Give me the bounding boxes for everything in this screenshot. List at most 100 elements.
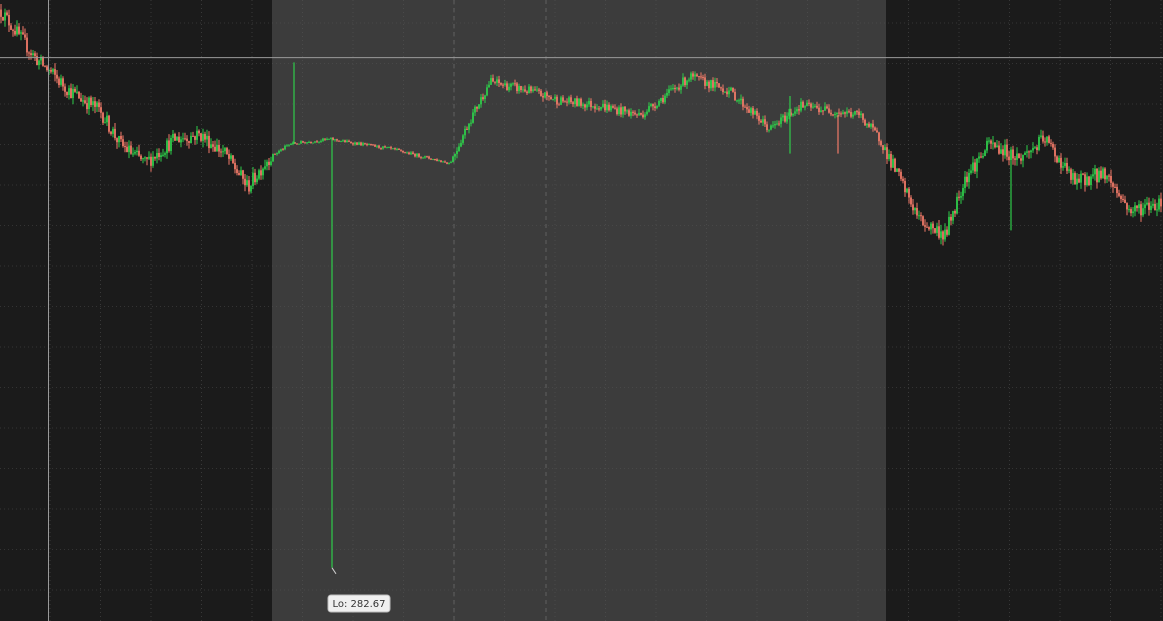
candle-body-up xyxy=(326,138,328,140)
candle-body-up xyxy=(156,153,158,159)
candle-body-up xyxy=(458,146,460,151)
candle-body-down xyxy=(310,142,312,143)
candle-body-down xyxy=(1052,143,1054,148)
candle-body-up xyxy=(806,102,808,107)
candle-body-down xyxy=(636,114,638,116)
candle-body-down xyxy=(900,171,902,179)
candle-body-up xyxy=(20,32,22,34)
candle-body-up xyxy=(166,140,168,154)
candle-body-down xyxy=(698,76,700,78)
candle-body-up xyxy=(340,141,342,143)
candle-body-up xyxy=(930,223,932,230)
candle-body-up xyxy=(1000,149,1002,154)
candle-body-up xyxy=(448,162,450,164)
candle-body-up xyxy=(258,170,260,179)
candle-body-down xyxy=(830,112,832,115)
candle-body-down xyxy=(1050,142,1052,144)
candle-body-up xyxy=(544,92,546,98)
candle-body-down xyxy=(678,87,680,90)
candle-body-down xyxy=(0,9,2,17)
candle-body-down xyxy=(1114,186,1116,188)
candle-body-up xyxy=(1132,211,1134,214)
candle-body-down xyxy=(1154,203,1156,211)
candle-body-down xyxy=(218,144,220,152)
candle-body-up xyxy=(322,138,324,141)
candle-body-up xyxy=(1150,205,1152,210)
candle-body-down xyxy=(1108,175,1110,177)
candle-body-up xyxy=(852,114,854,117)
candle-body-down xyxy=(254,172,256,183)
candle-body-up xyxy=(306,142,308,144)
candle-body-up xyxy=(1090,176,1092,185)
candle-body-down xyxy=(1112,182,1114,187)
candle-body-up xyxy=(568,97,570,103)
candle-body-up xyxy=(896,168,898,172)
candle-body-down xyxy=(1002,149,1004,156)
candle-body-down xyxy=(692,73,694,77)
candle-body-up xyxy=(834,113,836,115)
candle-body-up xyxy=(470,122,472,124)
candle-body-down xyxy=(138,150,140,156)
candle-body-down xyxy=(390,147,392,149)
price-chart-panel[interactable]: Lo: 282.67 xyxy=(0,0,1163,621)
candle-body-up xyxy=(196,130,198,140)
candle-body-up xyxy=(460,142,462,147)
candle-body-down xyxy=(922,216,924,226)
candle-body-up xyxy=(358,142,360,145)
candle-body-up xyxy=(486,87,488,96)
candle-body-down xyxy=(844,112,846,114)
candle-body-up xyxy=(272,153,274,162)
candle-body-up xyxy=(68,88,70,95)
candle-body-up xyxy=(314,141,316,143)
candle-body-up xyxy=(762,119,764,123)
candle-body-down xyxy=(840,113,842,115)
candle-body-up xyxy=(960,196,962,198)
candle-body-up xyxy=(376,145,378,147)
candle-body-up xyxy=(800,101,802,111)
candle-body-up xyxy=(276,153,278,155)
candle-body-up xyxy=(1142,208,1144,216)
candle-body-down xyxy=(848,111,850,113)
candle-body-down xyxy=(784,115,786,122)
candle-body-up xyxy=(382,146,384,149)
candle-body-up xyxy=(996,145,998,148)
candle-body-up xyxy=(1076,178,1078,185)
candle-body-up xyxy=(132,153,134,155)
candle-body-down xyxy=(446,162,448,164)
candle-body-down xyxy=(734,91,736,101)
candle-body-down xyxy=(248,180,250,192)
candle-body-down xyxy=(530,86,532,92)
candle-body-down xyxy=(430,158,432,160)
candle-body-up xyxy=(888,154,890,160)
candle-body-up xyxy=(222,151,224,153)
candle-body-up xyxy=(1092,174,1094,177)
candle-body-down xyxy=(890,154,892,168)
candle-body-down xyxy=(590,101,592,108)
candle-body-down xyxy=(746,107,748,110)
candle-body-down xyxy=(1020,158,1022,161)
candle-body-down xyxy=(620,107,622,115)
candle-body-down xyxy=(838,112,840,114)
candle-body-up xyxy=(860,113,862,116)
candle-body-up xyxy=(142,158,144,160)
candle-body-up xyxy=(944,229,946,240)
candle-body-down xyxy=(192,135,194,137)
candle-body-down xyxy=(444,161,446,163)
candle-body-down xyxy=(54,69,56,75)
candle-body-up xyxy=(1152,203,1154,206)
price-chart[interactable]: Lo: 282.67 xyxy=(0,0,1163,621)
candle-body-up xyxy=(736,100,738,102)
candle-body-down xyxy=(482,97,484,100)
candle-body-up xyxy=(664,95,666,103)
candle-body-up xyxy=(1072,173,1074,180)
candle-body-down xyxy=(28,52,30,54)
candle-body-up xyxy=(456,151,458,154)
candle-body-up xyxy=(1080,173,1082,183)
candle-body-down xyxy=(372,144,374,146)
candle-body-up xyxy=(468,123,470,130)
candle-body-up xyxy=(472,112,474,123)
candle-body-down xyxy=(808,102,810,104)
candle-body-up xyxy=(782,115,784,118)
candle-body-up xyxy=(76,91,78,93)
candle-body-down xyxy=(70,88,72,99)
